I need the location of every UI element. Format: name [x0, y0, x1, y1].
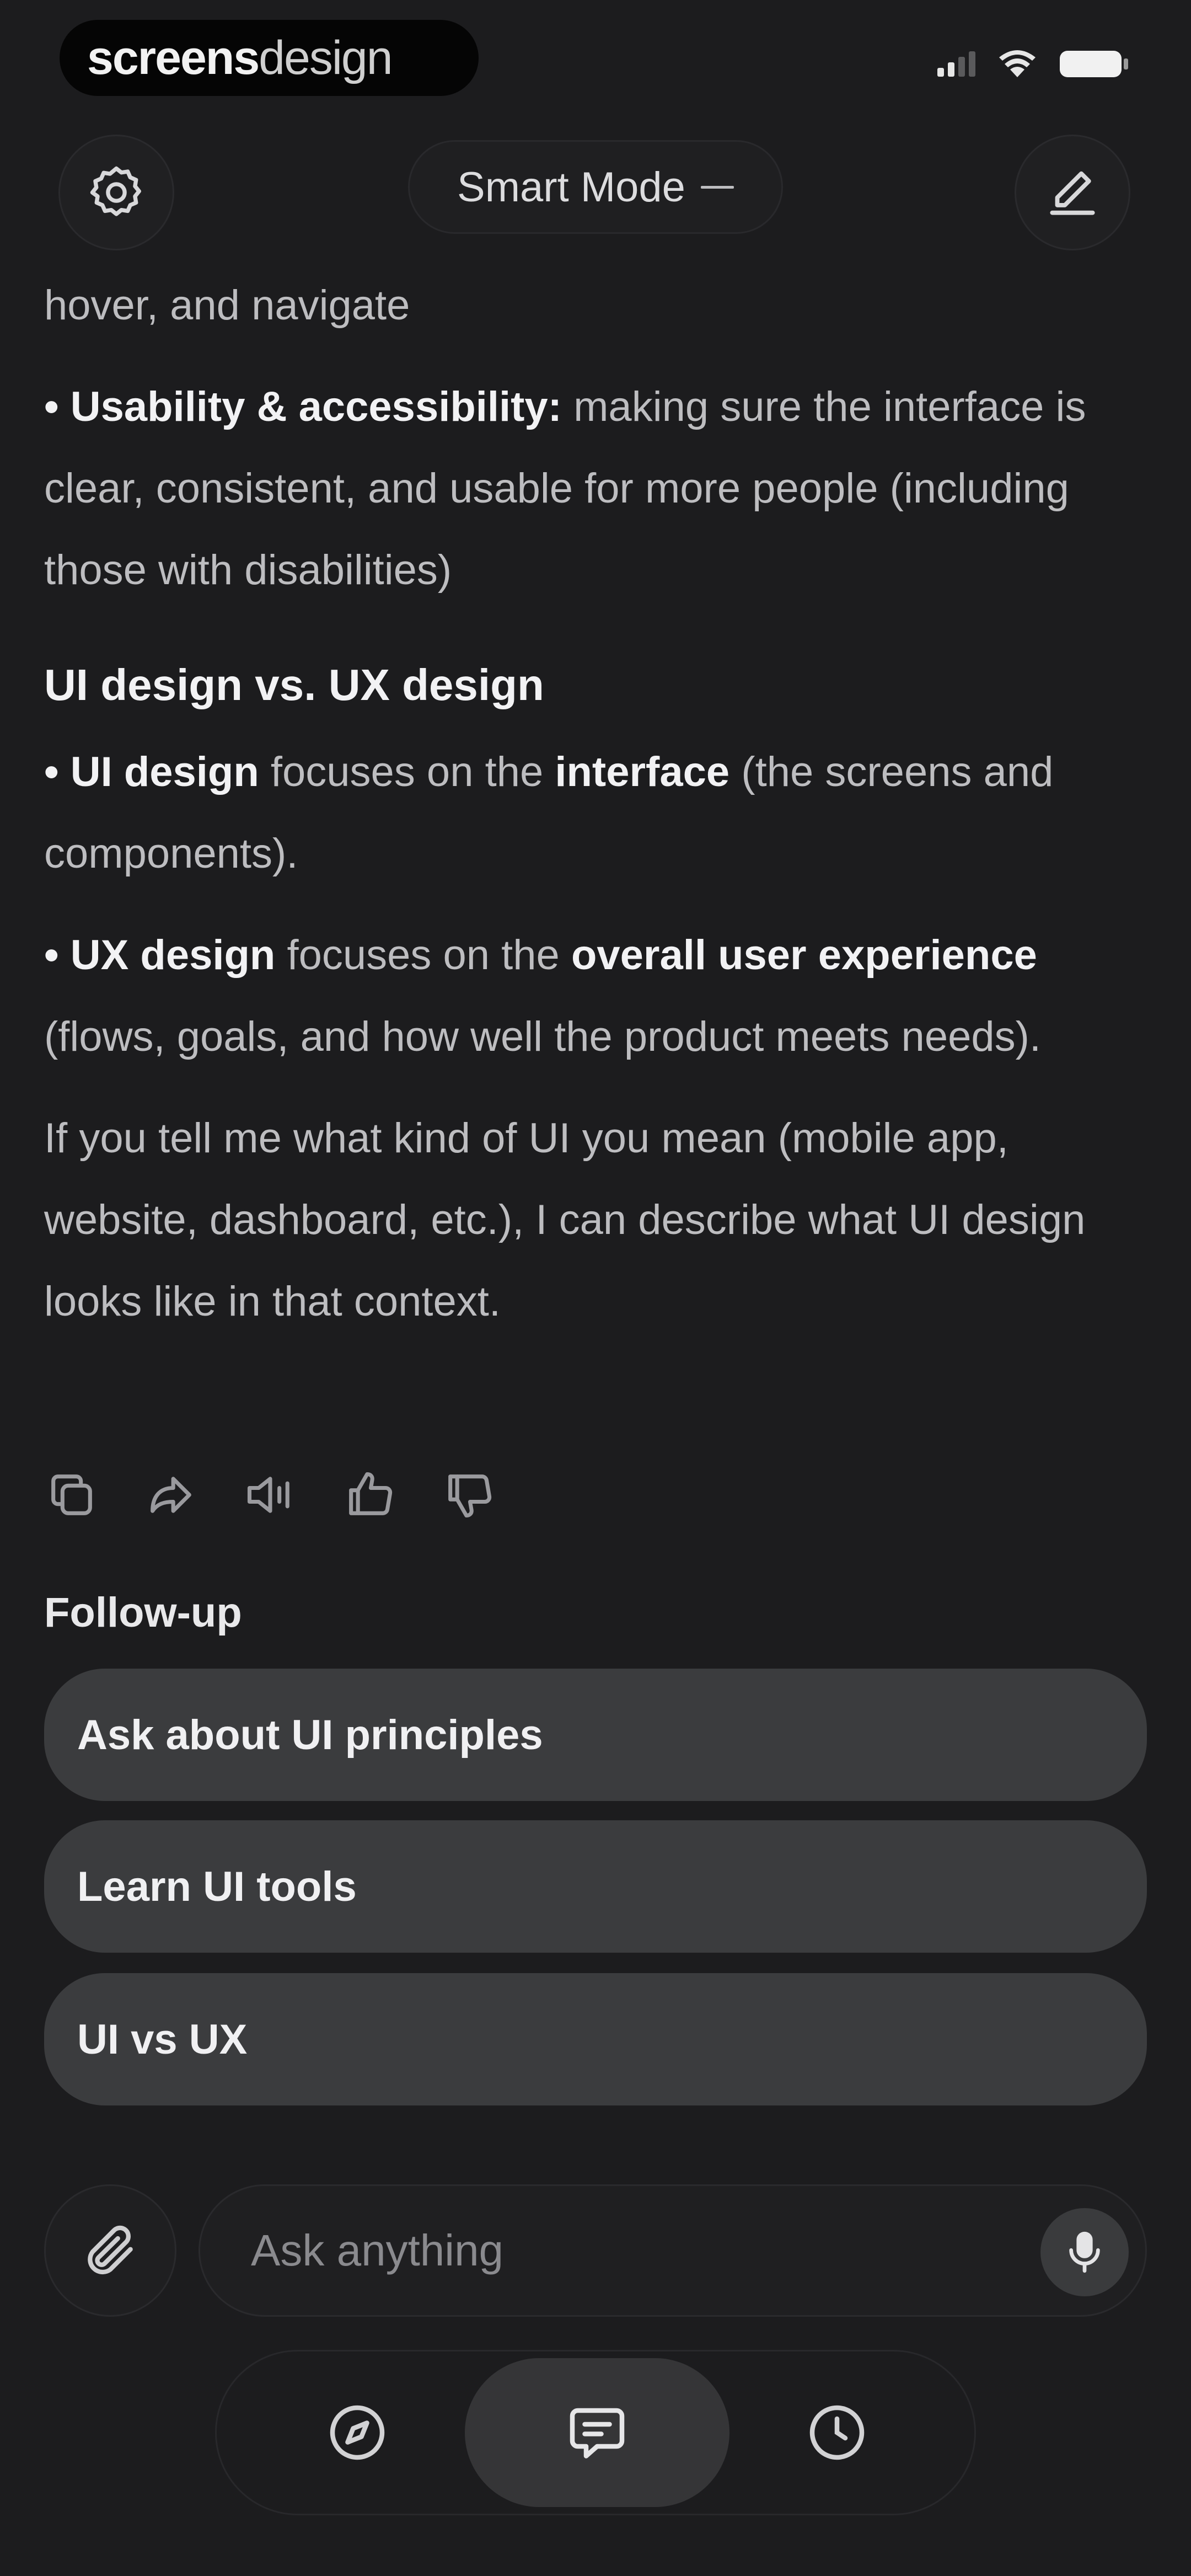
battery-icon: [1060, 51, 1128, 77]
chat-icon: [570, 2408, 625, 2459]
mode-selector[interactable]: Smart Mode: [408, 140, 783, 234]
bullet-ui-text-1: focuses on the: [259, 749, 555, 795]
microphone-icon: [1069, 2231, 1100, 2273]
bullet-ui-title: UI design: [70, 749, 259, 795]
status-bar: screens design: [0, 0, 1191, 121]
voice-input-button[interactable]: [1040, 2208, 1129, 2296]
follow-up-label: Follow-up: [44, 1589, 242, 1636]
gear-icon: [90, 166, 141, 216]
bullet-ux-text-1: focuses on the: [275, 932, 571, 979]
bullet-symbol: •: [44, 932, 59, 979]
top-bar: Smart Mode: [0, 127, 1191, 265]
copy-button[interactable]: [39, 1456, 105, 1533]
bullet-ui-emphasis: interface: [555, 749, 730, 795]
composer: [44, 2184, 1147, 2317]
follow-up-chip[interactable]: Ask about UI principles: [44, 1669, 1147, 1801]
bullet-usability: • Usability & accessibility: making sure…: [44, 366, 1147, 611]
dash-icon: [700, 186, 734, 189]
attach-button[interactable]: [44, 2184, 176, 2317]
thumbs-down-icon: [448, 1474, 492, 1518]
mode-label: Smart Mode: [457, 163, 685, 211]
message-intro-tail: hover, and navigate: [44, 282, 410, 329]
tab-chat[interactable]: [465, 2358, 729, 2507]
message-input[interactable]: [250, 2225, 1035, 2276]
edit-pencil-icon: [1050, 171, 1095, 215]
copy-icon: [51, 1474, 92, 1515]
bullet-ux-title: UX design: [70, 932, 276, 979]
tab-history[interactable]: [763, 2358, 911, 2507]
assistant-message: hover, and navigate • Usability & access…: [44, 265, 1147, 1343]
brand-logo: screens design: [60, 20, 479, 96]
tab-explore[interactable]: [283, 2358, 432, 2507]
section-heading: UI design vs. UX design: [44, 660, 544, 709]
clock-icon: [809, 2405, 865, 2460]
message-closing: If you tell me what kind of UI you mean …: [44, 1115, 1086, 1325]
bullet-ui: • UI design focuses on the interface (th…: [44, 731, 1147, 895]
bullet-ux-text-2: (flows, goals, and how well the product …: [44, 1013, 1042, 1060]
bullet-usability-title: Usability & accessibility:: [70, 383, 562, 430]
bullet-ux: • UX design focuses on the overall user …: [44, 915, 1147, 1078]
message-actions: [39, 1456, 502, 1533]
wifi-icon: [999, 50, 1036, 77]
share-icon: [151, 1477, 191, 1513]
speaker-icon: [247, 1477, 289, 1513]
like-button[interactable]: [336, 1456, 403, 1533]
follow-up-chip[interactable]: Learn UI tools: [44, 1820, 1147, 1953]
bullet-symbol: •: [44, 749, 59, 795]
compass-icon: [330, 2405, 385, 2460]
status-icons: [937, 49, 1130, 79]
share-button[interactable]: [138, 1456, 204, 1533]
bullet-symbol: •: [44, 383, 59, 430]
bottom-tab-bar: [215, 2350, 976, 2515]
bullet-ux-emphasis: overall user experience: [571, 932, 1037, 979]
thumbs-up-icon: [349, 1472, 393, 1515]
message-input-wrapper[interactable]: [198, 2184, 1147, 2317]
brand-logo-bold: screens: [87, 31, 260, 84]
follow-up-chip[interactable]: UI vs UX: [44, 1973, 1147, 2105]
dislike-button[interactable]: [436, 1456, 502, 1533]
brand-logo-light: design: [259, 31, 393, 84]
settings-button[interactable]: [58, 135, 174, 250]
new-chat-button[interactable]: [1015, 135, 1130, 250]
cellular-signal-icon: [937, 51, 975, 77]
paperclip-icon: [88, 2225, 133, 2275]
read-aloud-button[interactable]: [237, 1456, 303, 1533]
